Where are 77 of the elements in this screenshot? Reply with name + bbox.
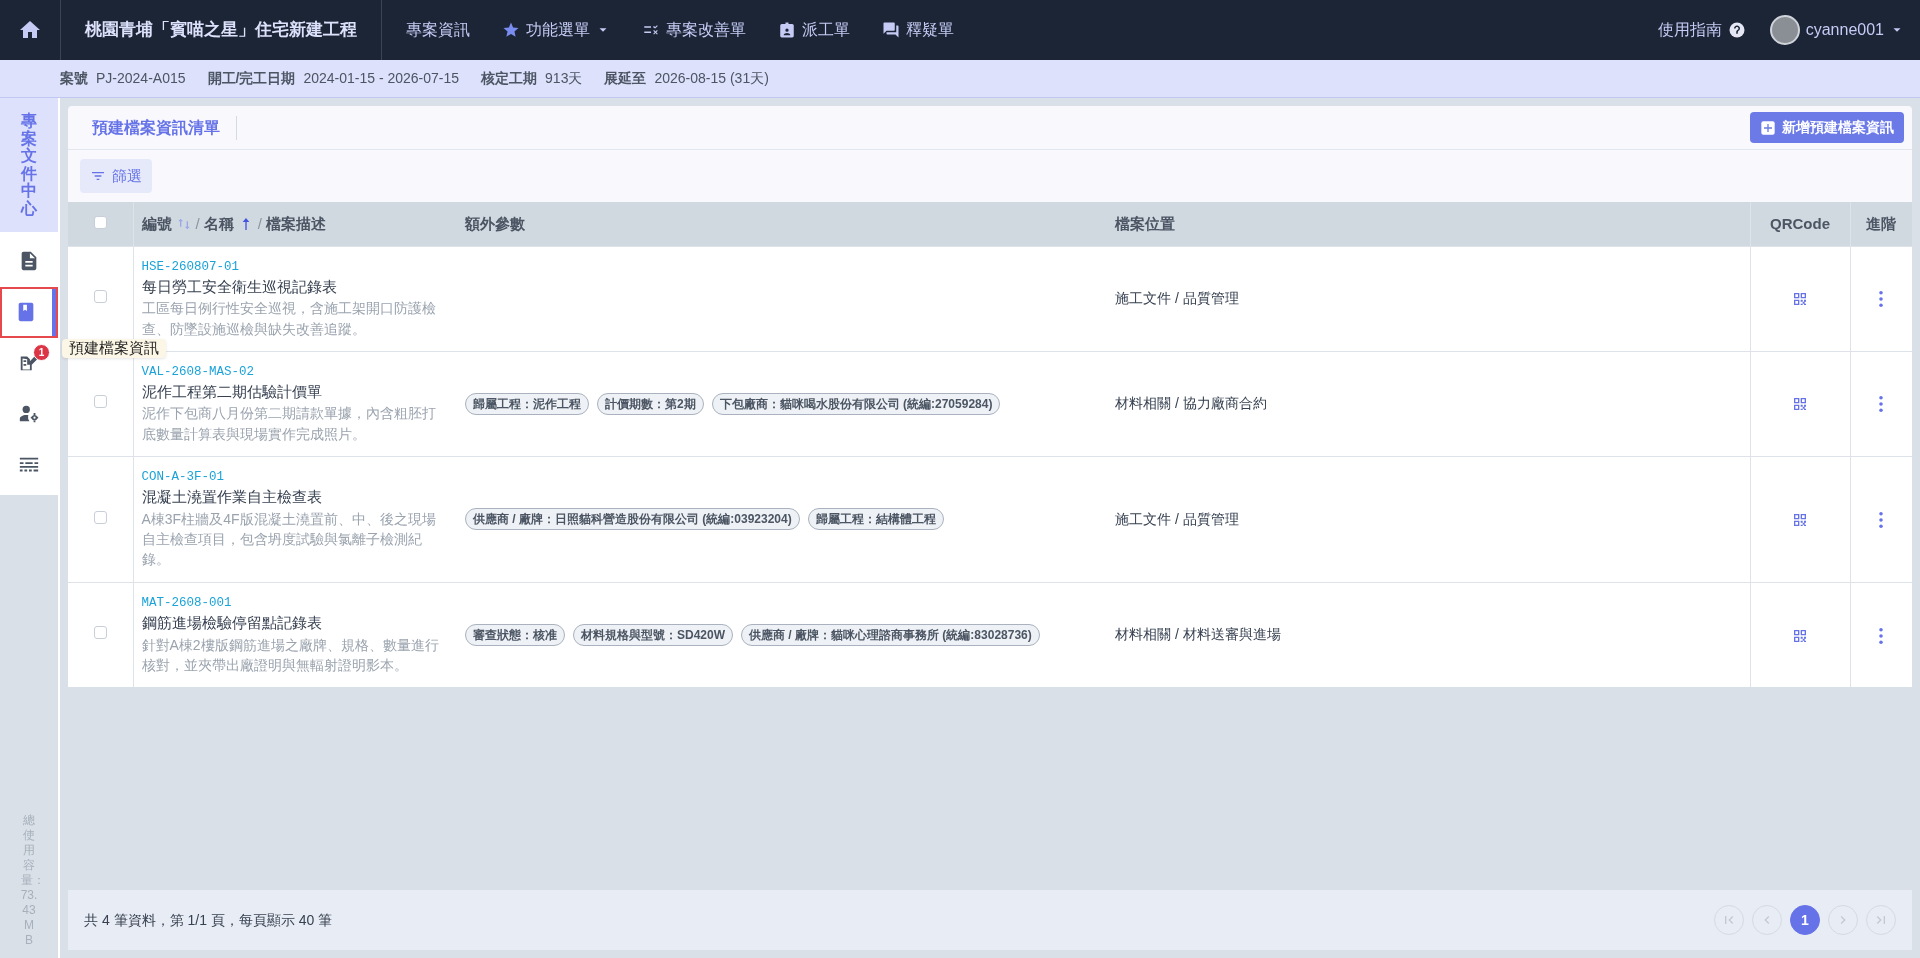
row-checkbox[interactable] — [93, 510, 107, 524]
info-value: PJ-2024-A015 — [96, 69, 186, 88]
more-icon — [1879, 627, 1884, 644]
sidebar-item[interactable] — [0, 286, 58, 338]
star-icon — [502, 21, 520, 39]
nav-menu-item[interactable]: 專案資訊 — [390, 0, 486, 60]
more-icon — [1879, 511, 1884, 528]
file-code: HSE-260807-01 — [141, 258, 241, 276]
row-checkbox[interactable] — [93, 626, 107, 640]
file-description: 泥作下包商八月份第二期請款單據，內含粗胚打底數量計算表與現場實作完成照片。 — [141, 404, 437, 444]
parameter-tag: 計價期數：第2期 — [597, 392, 704, 415]
tooltip: 預建檔案資訊 — [62, 339, 166, 358]
parameter-tag: 歸屬工程：泥作工程 — [465, 392, 589, 415]
column-header: 檔案位置 — [1115, 214, 1175, 232]
qrcode-icon — [1792, 396, 1808, 413]
info-label: 核定工期 — [481, 69, 538, 88]
header-separator: / — [257, 213, 262, 234]
nav-menu-item[interactable]: 釋疑單 — [866, 0, 970, 60]
file-name: 混凝土澆置作業自主檢查表 — [141, 488, 323, 508]
page-title: 預建檔案資訊清單 — [92, 115, 237, 140]
plus-icon — [1760, 119, 1776, 136]
column-header: 進階 — [1866, 214, 1897, 232]
id-badge-icon — [778, 21, 796, 39]
file-description: 工區每日例行性安全巡視，含施工架開口防護檢查、防墜設施巡檢與缺失改善追蹤。 — [141, 299, 437, 339]
info-value: 2026-08-15 (31天) — [654, 69, 769, 88]
more-icon — [1879, 291, 1884, 308]
nav-menu-item[interactable]: 派工單 — [762, 0, 866, 60]
file-name: 泥作工程第二期估驗計價單 — [141, 382, 323, 402]
user-guide-link[interactable]: 使用指南 — [1657, 18, 1746, 42]
file-location-text: 施工文件 / 品質管理 — [1115, 290, 1239, 306]
more-icon — [1879, 396, 1884, 413]
file-code: CON-A-3F-01 — [141, 469, 225, 487]
parameter-tag: 材料規格與型號：SD420W — [573, 623, 734, 646]
column-header: 名稱 — [203, 213, 234, 234]
filter-button[interactable]: 篩選 — [80, 158, 152, 194]
parameter-tag: 歸屬工程：結構體工程 — [807, 508, 944, 530]
row-checkbox[interactable] — [93, 290, 107, 303]
parameter-tag: 下包廠商：貓咪喝水股份有限公司 (統編:27059284) — [711, 392, 1001, 415]
file-code: VAL-2608-MAS-02 — [141, 363, 256, 381]
header-separator: / — [195, 213, 200, 234]
info-value: 2024-01-15 - 2026-07-15 — [303, 69, 460, 88]
pagination-summary: 共 4 筆資料，第 1/1 頁，每頁顯示 40 筆 — [84, 910, 333, 930]
file-description: 針對A棟2樓版鋼筋進場之廠牌、規格、數量進行核對，並夾帶出廠證明與無輻射證明影本。 — [141, 635, 440, 675]
info-value: 913天 — [545, 69, 583, 88]
help-icon — [1727, 21, 1746, 39]
column-header: 檔案描述 — [265, 213, 326, 234]
nav-menu-item[interactable]: 功能選單 — [486, 0, 626, 60]
info-label: 展延至 — [604, 69, 647, 88]
column-header: 額外參數 — [465, 214, 525, 232]
row-checkbox[interactable] — [93, 395, 107, 408]
nav-menu-item[interactable]: 專案改善單 — [626, 0, 762, 60]
info-label: 開工/完工日期 — [207, 69, 296, 88]
file-name: 鋼筋進場檢驗停留點記錄表 — [141, 613, 323, 633]
add-button[interactable]: 新增預建檔案資訊 — [1750, 112, 1904, 143]
avatar-placeholder — [1769, 15, 1800, 45]
file-location-text: 材料相關 / 材料送審與進場 — [1115, 626, 1281, 643]
qrcode-icon — [1792, 291, 1808, 308]
file-description: A棟3F柱牆及4F版混凝土澆置前、中、後之現場自主檢查項目，包含坍度試驗與氯離子檢測紀錄。 — [141, 509, 437, 570]
info-label: 案號 — [60, 69, 88, 88]
notification-badge: 1 — [33, 343, 50, 361]
sidebar-item[interactable]: 1 — [0, 337, 58, 389]
file-name: 每日勞工安全衛生巡視記錄表 — [141, 277, 338, 297]
select-all-checkbox[interactable] — [93, 215, 107, 229]
file-location-text: 材料相關 / 協力廠商合約 — [1115, 395, 1267, 411]
column-header: 編號 — [141, 213, 172, 234]
page-number-button[interactable]: 1 — [1790, 905, 1820, 935]
chat-bubbles-icon — [882, 21, 900, 39]
parameter-tag: 供應商 / 廠牌：日照貓科營造股份有限公司 (統編:03923204) — [465, 508, 800, 530]
qrcode-icon — [1792, 627, 1808, 644]
parameter-tag: 供應商 / 廠牌：貓咪心理諮商事務所 (統編:83028736) — [741, 623, 1040, 646]
parameter-tag: 審查狀態：核准 — [465, 623, 565, 646]
qrcode-icon — [1792, 511, 1808, 528]
user-menu[interactable]: cyanne001 — [1769, 15, 1904, 45]
file-location-text: 施工文件 / 品質管理 — [1115, 510, 1239, 527]
file-code: MAT-2608-001 — [141, 595, 233, 613]
column-header: QRCode — [1770, 214, 1830, 232]
sidebar-title: 專案文件中心 — [21, 112, 37, 218]
